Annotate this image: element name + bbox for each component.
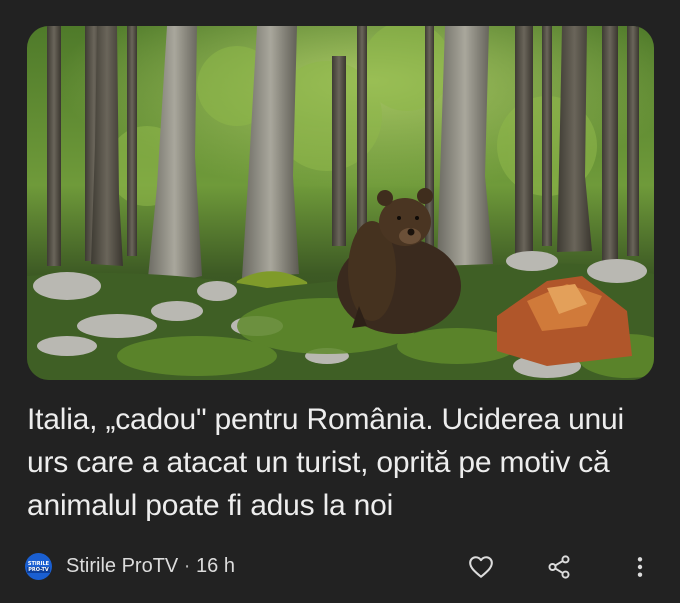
article-meta-row: STIRILE PRO-TV Stirile ProTV · 16 h: [24, 551, 656, 583]
article-image[interactable]: [27, 26, 654, 380]
more-options-button[interactable]: [624, 551, 656, 583]
meta-separator: ·: [178, 555, 197, 577]
news-card[interactable]: Italia, „cadou" pentru România. Uciderea…: [0, 0, 680, 603]
article-age: 16 h: [196, 555, 235, 577]
share-button[interactable]: [543, 551, 575, 583]
source-name: Stirile ProTV: [66, 555, 179, 577]
source-logo-text-bottom: PRO-TV: [27, 566, 50, 573]
bear-forest-photo: [27, 26, 654, 380]
source-logo[interactable]: STIRILE PRO-TV: [25, 553, 52, 580]
like-button[interactable]: [465, 551, 497, 583]
heart-icon: [469, 556, 493, 578]
more-vert-icon: [637, 557, 643, 577]
article-headline[interactable]: Italia, „cadou" pentru România. Uciderea…: [27, 398, 667, 527]
share-icon: [548, 555, 570, 579]
source-byline[interactable]: Stirile ProTV · 16 h: [66, 555, 235, 578]
